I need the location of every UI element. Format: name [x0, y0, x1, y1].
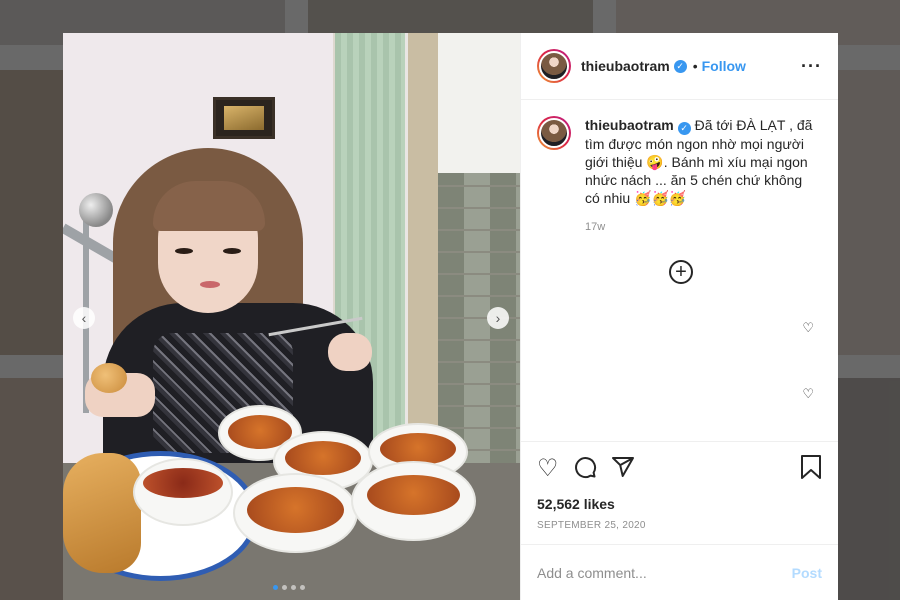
verified-badge-icon: ✓ — [673, 59, 687, 73]
more-options-icon[interactable]: ··· — [801, 56, 822, 77]
timestamp: 17w — [585, 220, 606, 233]
caption-avatar[interactable] — [537, 116, 571, 150]
photo-soup — [285, 441, 361, 475]
comment-box: Post — [521, 544, 838, 600]
caption-username[interactable]: thieubaotram — [585, 117, 674, 133]
photo-eye — [223, 248, 241, 254]
post-comment-button[interactable]: Post — [792, 565, 822, 581]
post-photo[interactable]: ‹ › — [63, 33, 520, 600]
carousel-dot — [273, 585, 278, 590]
photo-lips — [200, 281, 220, 288]
photo-soup — [247, 487, 344, 533]
load-more-comments-icon[interactable]: + — [669, 260, 693, 284]
carousel-dot — [300, 585, 305, 590]
photo-bread — [63, 453, 141, 573]
caption: thieubaotram ✓ Đã tới ĐÀ LẠT , đã tìm đượ… — [585, 116, 820, 207]
photo-hand — [328, 333, 372, 371]
avatar-image — [539, 118, 569, 148]
comments-section: thieubaotram ✓ Đã tới ĐÀ LẠT , đã tìm đượ… — [521, 100, 838, 441]
carousel-dots — [273, 585, 305, 590]
photo-jamb — [408, 33, 438, 473]
follow-button[interactable]: Follow — [702, 58, 746, 74]
bookmark-icon[interactable] — [800, 454, 822, 484]
carousel-dot — [282, 585, 287, 590]
comment-like-heart-icon[interactable]: ♡ — [802, 386, 814, 402]
caption-row: thieubaotram ✓ Đã tới ĐÀ LẠT , đã tìm đượ… — [537, 116, 822, 207]
post-header: thieubaotram ✓ • Follow ··· — [521, 33, 838, 100]
comment-bubble-svg — [574, 456, 596, 478]
post-side-panel: thieubaotram ✓ • Follow ··· thieubaotram… — [520, 33, 838, 600]
avatar-image — [539, 51, 569, 81]
carousel-dot — [291, 585, 296, 590]
post-modal: ‹ › thieubaotram ✓ • Follow ··· thieubao… — [63, 33, 838, 600]
comment-like-heart-icon[interactable]: ♡ — [802, 320, 814, 336]
photo-bread-in-hand — [91, 363, 127, 393]
paper-plane-icon[interactable] — [611, 455, 635, 484]
photo-wall-frame — [213, 97, 275, 139]
paper-plane-svg — [611, 456, 634, 477]
chevron-right-icon[interactable]: › — [487, 307, 509, 329]
heart-icon[interactable]: ♡ — [537, 457, 559, 481]
separator-dot: • — [692, 58, 698, 74]
photo-eye — [175, 248, 193, 254]
comment-input[interactable] — [537, 564, 792, 581]
photo-rail-knob — [79, 193, 113, 227]
chevron-left-icon[interactable]: ‹ — [73, 307, 95, 329]
post-date: SEPTEMBER 25, 2020 — [537, 520, 646, 531]
photo-white-wall — [438, 33, 520, 173]
photo-sauce — [143, 468, 223, 498]
likes-count[interactable]: 52,562 likes — [521, 496, 838, 516]
verified-badge-icon: ✓ — [677, 121, 691, 135]
action-bar: ♡ — [521, 441, 838, 496]
photo-soup — [367, 475, 460, 515]
username-link[interactable]: thieubaotram — [581, 58, 670, 74]
bookmark-svg — [801, 454, 821, 479]
avatar[interactable] — [537, 49, 571, 83]
comment-bubble-icon[interactable] — [573, 455, 597, 484]
